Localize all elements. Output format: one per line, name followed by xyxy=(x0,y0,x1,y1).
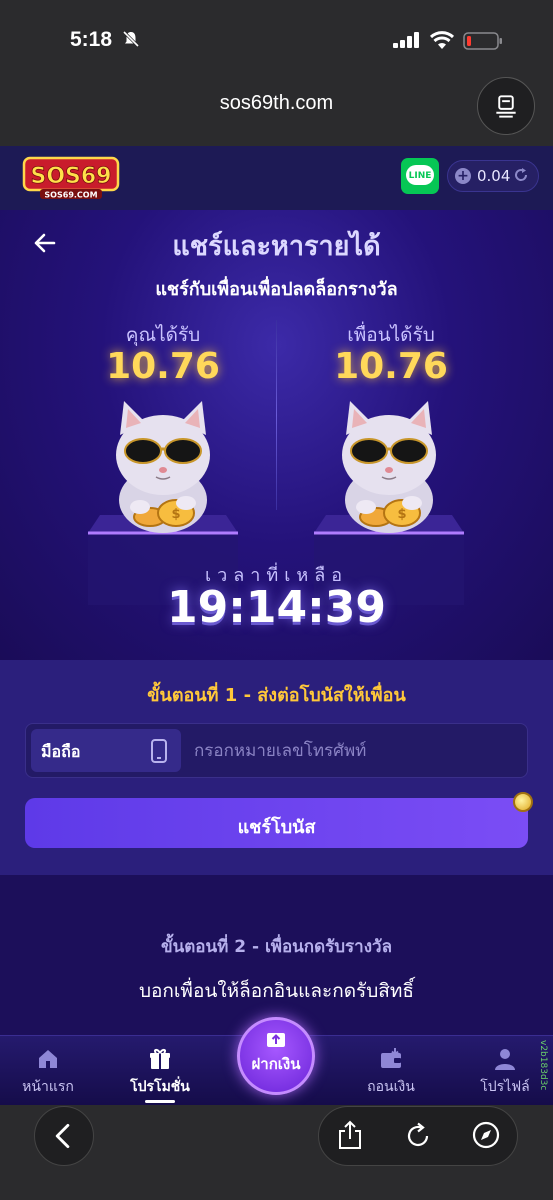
cat-with-sunglasses-image: $ xyxy=(342,401,436,533)
svg-text:$: $ xyxy=(397,507,406,522)
reader-mode-button[interactable] xyxy=(477,77,535,135)
refresh-balance-icon[interactable] xyxy=(513,167,529,183)
silent-bell-icon xyxy=(122,30,140,48)
chevron-left-icon xyxy=(55,1123,70,1149)
url-text[interactable]: sos69th.com xyxy=(0,92,553,115)
reload-icon[interactable] xyxy=(404,1122,432,1150)
svg-text:SOS69: SOS69 xyxy=(30,164,111,189)
nav-label-home: หน้าแรก xyxy=(22,1079,74,1095)
phone-label: มือถือ xyxy=(41,742,81,761)
reward-divider xyxy=(276,320,277,510)
gift-icon xyxy=(150,1049,170,1069)
nav-label-withdraw: ถอนเงิน xyxy=(367,1079,415,1095)
nav-item-home[interactable]: หน้าแรก xyxy=(3,1047,93,1098)
mobile-phone-icon xyxy=(151,739,167,763)
deposit-label[interactable]: ฝากเงิน xyxy=(237,1052,315,1076)
battery-low-icon xyxy=(463,32,502,50)
active-tab-indicator xyxy=(145,1100,175,1103)
browser-back-button[interactable] xyxy=(34,1106,94,1166)
page-subtitle: แชร์กับเพื่อนเพื่อปลดล็อกรางวัล xyxy=(155,279,398,300)
home-icon xyxy=(39,1050,57,1068)
nav-label-profile: โปรไฟล์ xyxy=(480,1079,530,1095)
plus-icon[interactable]: + xyxy=(455,168,471,184)
friend-receive-amount: 10.76 xyxy=(334,346,448,387)
nav-item-promotions[interactable]: โปรโมชั่น xyxy=(115,1047,205,1098)
deposit-icon xyxy=(267,1033,285,1047)
user-icon xyxy=(495,1049,515,1070)
countdown-timer: 19:14:39 xyxy=(167,582,386,633)
svg-text:$: $ xyxy=(171,507,180,522)
status-time: 5:18 xyxy=(70,28,113,51)
nav-item-profile[interactable]: โปรไฟล์ xyxy=(460,1047,550,1098)
step2-description: บอกเพื่อนให้ล็อกอินและกดรับสิทธิ์ xyxy=(138,980,415,1002)
line-label: LINE xyxy=(408,171,432,181)
share-bonus-label[interactable]: แชร์โบนัส xyxy=(25,812,528,841)
phone-number-input[interactable] xyxy=(186,729,520,772)
step1-title: ขั้นตอนที่ 1 - ส่งต่อโบนัสให้เพื่อน xyxy=(147,685,406,706)
step2-title: ขั้นตอนที่ 2 - เพื่อนกดรับรางวัล xyxy=(160,937,392,957)
page-title: แชร์และหารายได้ xyxy=(172,231,381,262)
share-icon[interactable] xyxy=(336,1120,364,1150)
cat-with-sunglasses-image: $ xyxy=(116,401,210,533)
nav-label-promotions: โปรโมชั่น xyxy=(130,1079,190,1095)
wallet-icon xyxy=(381,1048,401,1068)
sos69-logo[interactable]: SOS69 SOS69.COM xyxy=(22,152,120,202)
compass-icon[interactable] xyxy=(471,1120,501,1150)
signal-icon xyxy=(393,32,419,48)
version-tag: v2b183d3c xyxy=(538,1040,548,1091)
wifi-icon xyxy=(429,31,455,49)
nav-item-withdraw[interactable]: ถอนเงิน xyxy=(346,1047,436,1098)
svg-text:SOS69.COM: SOS69.COM xyxy=(44,191,97,200)
coin-icon xyxy=(513,792,533,812)
page-menu-icon xyxy=(496,95,516,118)
balance-amount: 0.04 xyxy=(477,167,511,185)
you-receive-amount: 10.76 xyxy=(106,346,220,387)
